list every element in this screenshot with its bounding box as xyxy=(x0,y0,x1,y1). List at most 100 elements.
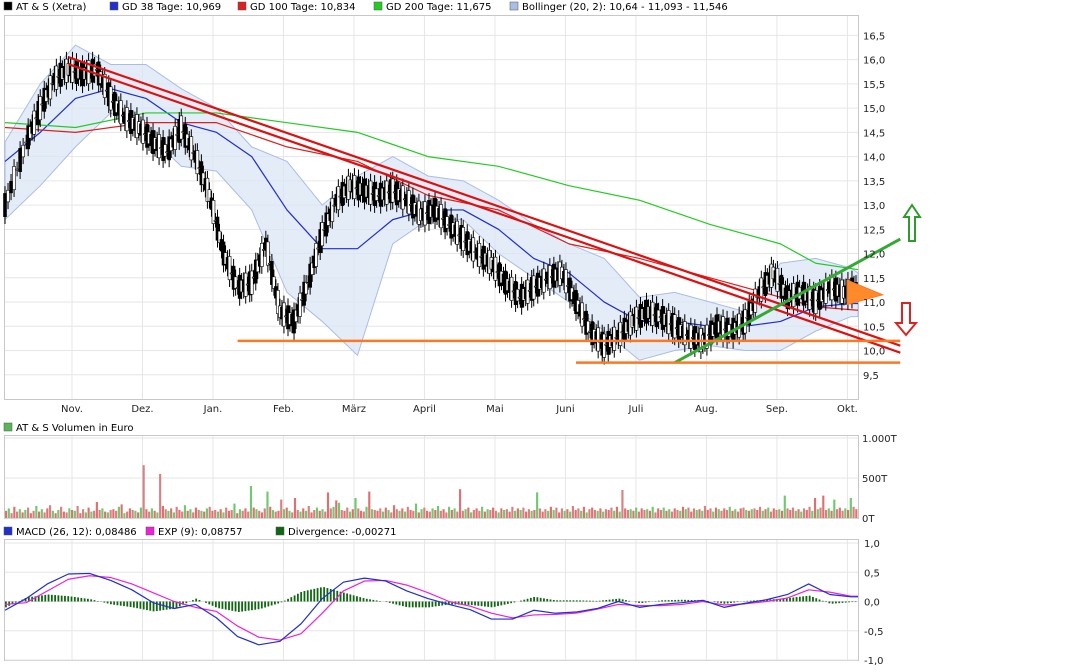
volume-bar xyxy=(54,513,57,518)
volume-bar xyxy=(761,510,764,518)
volume-bar xyxy=(780,510,784,518)
divergence-bar xyxy=(80,597,83,602)
volume-bar xyxy=(613,510,616,518)
candle-body xyxy=(266,241,270,266)
candle-body xyxy=(509,276,514,301)
divergence-bar xyxy=(57,595,60,602)
divergence-bar xyxy=(566,600,568,602)
volume-bar xyxy=(304,510,308,518)
candle-body xyxy=(689,324,693,349)
volume-bar xyxy=(604,509,608,518)
price-tick-label: 10,0 xyxy=(863,347,885,358)
volume-bar xyxy=(150,508,153,518)
volume-bar xyxy=(665,510,668,518)
candle-body xyxy=(173,125,177,150)
divergence-bar xyxy=(474,601,476,606)
divergence-bar xyxy=(730,601,732,604)
volume-panel-frame xyxy=(4,435,859,519)
volume-bar xyxy=(802,508,806,518)
divergence-bar xyxy=(644,601,647,603)
divergence-bar xyxy=(670,600,673,602)
volume-bar xyxy=(175,506,178,518)
volume-bar xyxy=(723,508,726,518)
volume-bar xyxy=(684,509,687,518)
candle-body xyxy=(298,292,302,317)
macd-tick-label: 0,0 xyxy=(864,598,880,609)
volume-bar xyxy=(555,507,558,518)
volume-bar xyxy=(846,510,850,518)
divergence-bar xyxy=(375,600,378,602)
candle-body xyxy=(38,96,43,121)
volume-bar xyxy=(357,508,360,518)
volume-bar xyxy=(101,508,104,518)
divergence-bar xyxy=(185,601,188,604)
divergence-bar xyxy=(602,600,604,602)
volume-bar xyxy=(271,510,275,518)
price-tick-label: 14,0 xyxy=(863,153,885,164)
volume-bar xyxy=(104,511,107,518)
divergence-bar xyxy=(503,601,506,605)
volume-bar xyxy=(95,502,98,518)
legend-swatch xyxy=(275,526,285,536)
volume-bar xyxy=(255,509,258,518)
volume-bar xyxy=(833,499,836,518)
divergence-bar xyxy=(664,600,667,602)
legend-swatch xyxy=(3,1,13,11)
volume-bar xyxy=(800,511,803,518)
divergence-bar xyxy=(14,601,17,603)
divergence-bar xyxy=(290,597,293,602)
candle-body xyxy=(650,301,655,326)
divergence-bar xyxy=(638,601,640,603)
volume-bar xyxy=(690,511,693,518)
volume-bar xyxy=(816,509,819,518)
divergence-bar xyxy=(379,600,381,602)
divergence-bar xyxy=(103,601,106,603)
candle-body xyxy=(70,58,75,83)
volume-bar xyxy=(483,511,486,518)
legend-label: AT & S Volumen in Euro xyxy=(16,423,134,434)
volume-bar xyxy=(789,510,792,518)
volume-bar xyxy=(225,507,228,518)
volume-bar xyxy=(470,512,473,518)
divergence-bar xyxy=(490,601,493,608)
divergence-bar xyxy=(346,593,348,602)
month-tick-label: Aug. xyxy=(695,404,718,415)
volume-bar xyxy=(79,513,82,518)
volume-bar xyxy=(46,508,49,518)
volume-bar xyxy=(299,511,302,518)
volume-bar xyxy=(720,510,723,518)
divergence-bar xyxy=(218,601,221,609)
divergence-bar xyxy=(808,595,811,602)
divergence-bar xyxy=(96,600,99,602)
candle-body xyxy=(407,190,411,215)
volume-tick-label: 1.000T xyxy=(862,434,898,445)
volume-bar xyxy=(398,510,401,518)
volume-bar xyxy=(238,509,242,518)
legend-swatch xyxy=(509,1,519,11)
volume-bar xyxy=(354,498,357,518)
volume-bar xyxy=(315,507,319,518)
candle-body xyxy=(672,314,677,339)
divergence-bar xyxy=(523,599,526,602)
candle-body xyxy=(195,150,200,175)
volume-bar xyxy=(73,510,76,518)
candle-body xyxy=(461,227,466,251)
volume-bar xyxy=(844,508,847,518)
divergence-bar xyxy=(572,600,575,602)
price-tick-label: 9,5 xyxy=(863,371,879,382)
volume-bar xyxy=(332,506,335,518)
volume-bar xyxy=(778,509,781,518)
divergence-bar xyxy=(726,601,729,604)
volume-bar xyxy=(13,506,16,518)
divergence-bar xyxy=(684,599,686,602)
divergence-bar xyxy=(132,601,135,608)
divergence-bar xyxy=(615,598,618,602)
volume-bar xyxy=(571,506,574,518)
divergence-bar xyxy=(241,601,244,612)
volume-bar xyxy=(208,506,211,518)
volume-bar xyxy=(536,492,539,518)
volume-bar xyxy=(288,510,291,518)
candle-body xyxy=(634,306,639,331)
candle-body xyxy=(9,180,13,194)
volume-bar xyxy=(76,506,79,518)
